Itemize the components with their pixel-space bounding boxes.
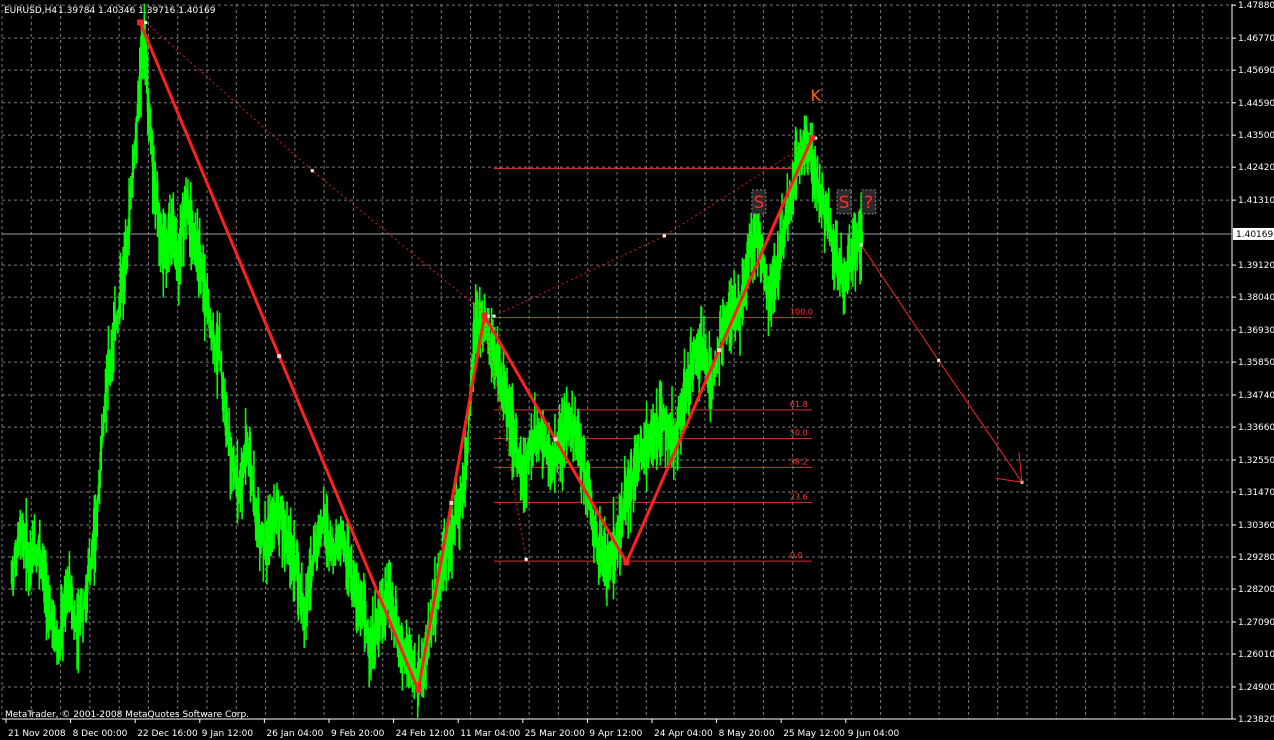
time-tick-label: 8 May 20:00: [719, 729, 775, 739]
signal-marker-label: S: [839, 193, 850, 213]
trend-point: [662, 234, 666, 238]
time-tick-label: 26 Jan 04:00: [266, 729, 323, 739]
zigzag-pivot[interactable]: [137, 19, 144, 26]
zigzag-pivot[interactable]: [623, 559, 630, 566]
time-tick-label: 25 Mar 20:00: [525, 729, 585, 739]
zigzag-pivot[interactable]: [808, 135, 815, 142]
fib-level-label: 0.0: [790, 551, 803, 560]
signal-marker-label: S: [754, 193, 765, 213]
price-tick-label: 1.47880: [1238, 1, 1274, 11]
price-tick-label: 1.27090: [1238, 618, 1274, 628]
fib-level-label: 38.2: [790, 457, 808, 466]
zigzag-midpoint: [553, 437, 558, 442]
price-tick-label: 1.33660: [1238, 423, 1274, 433]
time-tick-label: 25 May 12:00: [783, 729, 845, 739]
peak-label: K: [810, 86, 821, 105]
price-tick-label: 1.29280: [1238, 553, 1274, 563]
price-tick-label: 1.23820: [1238, 715, 1274, 725]
price-tick-label: 1.36930: [1238, 326, 1274, 336]
projection-point: [859, 243, 863, 247]
price-tick-label: 1.35850: [1238, 358, 1274, 368]
time-tick-label: 9 Apr 12:00: [589, 729, 642, 739]
zigzag-midpoint: [277, 354, 282, 359]
price-tick-label: 1.32550: [1238, 456, 1274, 466]
zigzag-midpoint: [449, 501, 454, 506]
price-tick-label: 1.26010: [1238, 650, 1274, 660]
time-tick-label: 9 Jun 04:00: [848, 729, 900, 739]
price-tick-label: 1.42420: [1238, 163, 1274, 173]
chart-header-symbol: EURUSD,H4: [4, 6, 57, 16]
chart-header-ohlc: 1.39784 1.40346 1.39716 1.40169: [58, 6, 216, 16]
price-tick-label: 1.34740: [1238, 391, 1274, 401]
time-tick-label: 21 Nov 2008: [8, 729, 66, 739]
fib-level-label: 61.8: [790, 400, 808, 409]
time-tick-label: 24 Feb 12:00: [396, 729, 455, 739]
price-tick-label: 1.43500: [1238, 131, 1274, 141]
price-tick-label: 1.30360: [1238, 521, 1274, 531]
trend-point: [144, 20, 148, 24]
time-tick-label: 9 Jan 12:00: [202, 729, 254, 739]
projection-arrowhead: [995, 452, 1023, 483]
signal-marker-label: ?: [864, 193, 873, 213]
price-tick-label: 1.28200: [1238, 585, 1274, 595]
zigzag-pivot[interactable]: [481, 313, 488, 320]
current-price-label: 1.40169: [1236, 230, 1273, 240]
price-tick-label: 1.38040: [1238, 293, 1274, 303]
time-tick-label: 22 Dec 16:00: [137, 729, 198, 739]
fib-level-label: 100.0: [790, 308, 813, 317]
price-tick-label: 1.39120: [1238, 261, 1274, 271]
trend-point: [492, 314, 496, 318]
fib-level-label: 50.0: [790, 429, 808, 438]
price-tick-label: 1.24900: [1238, 683, 1274, 693]
time-tick-label: 24 Apr 04:00: [654, 729, 713, 739]
chart-window: 1.47880 1.46770 1.45690 1.44590 1.43500 1.424…: [0, 0, 1274, 740]
time-tick-label: 11 Mar 04:00: [460, 729, 520, 739]
projection-point: [937, 359, 941, 363]
zigzag-pivot[interactable]: [415, 686, 422, 693]
price-tick-label: 1.46770: [1238, 34, 1274, 44]
time-tick-label: 8 Dec 00:00: [73, 729, 128, 739]
price-tick-label: 1.45690: [1238, 66, 1274, 76]
price-series[interactable]: [10, 3, 864, 718]
price-chart[interactable]: 1.47880 1.46770 1.45690 1.44590 1.43500 1.424…: [0, 0, 1274, 740]
zigzag-midpoint: [717, 348, 722, 353]
price-tick-label: 1.44590: [1238, 99, 1274, 109]
trend-point: [524, 557, 528, 561]
trend-point: [310, 169, 314, 173]
price-tick-label: 1.31470: [1238, 488, 1274, 498]
fib-level-label: 23.6: [790, 492, 808, 501]
price-tick-label: 1.41310: [1238, 196, 1274, 206]
time-tick-label: 9 Feb 20:00: [331, 729, 385, 739]
copyright-text: MetaTrader, © 2001-2008 MetaQuotes Softw…: [5, 710, 249, 720]
